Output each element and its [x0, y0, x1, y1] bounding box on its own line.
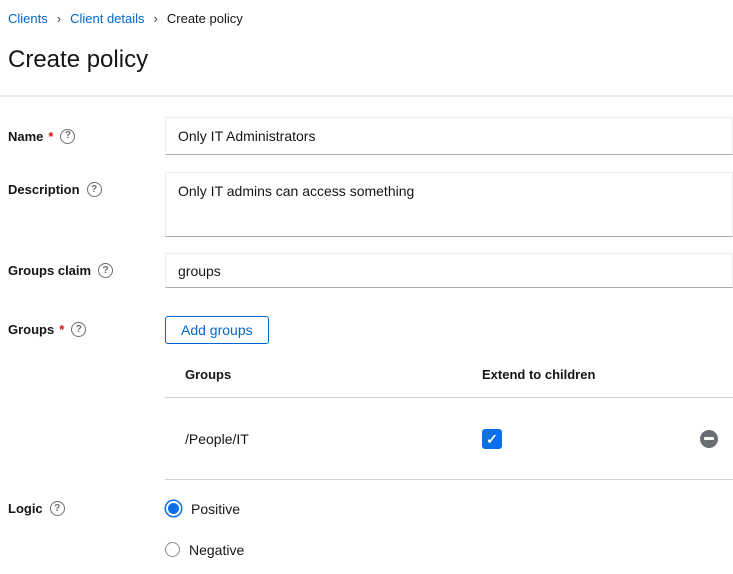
radio-label: Positive: [191, 501, 240, 517]
logic-label-text: Logic: [8, 501, 43, 516]
form-row-groups-claim: Groups claim ?: [8, 253, 733, 288]
radio-selected-icon: [166, 501, 181, 516]
form-row-groups: Groups * ? Add groups Groups Extend to c…: [8, 316, 733, 480]
groups-claim-label-text: Groups claim: [8, 263, 91, 278]
groups-table-header: Groups Extend to children: [165, 352, 733, 398]
radio-option-positive[interactable]: Positive: [165, 500, 733, 517]
chevron-right-icon: ›: [57, 11, 61, 26]
extend-to-children-checkbox[interactable]: ✓: [482, 429, 502, 449]
help-icon[interactable]: ?: [71, 322, 86, 337]
required-asterisk: *: [48, 129, 53, 144]
groups-field: Add groups Groups Extend to children /Pe…: [165, 316, 733, 480]
form-row-description: Description ? Only IT admins can access …: [8, 172, 733, 237]
remove-group-icon[interactable]: [700, 430, 718, 448]
description-textarea[interactable]: Only IT admins can access something: [165, 172, 733, 237]
checkmark-icon: ✓: [486, 432, 498, 446]
groups-label-text: Groups: [8, 322, 54, 337]
groups-claim-input[interactable]: [165, 253, 733, 288]
logic-options: Positive Negative: [165, 500, 733, 558]
help-icon[interactable]: ?: [98, 263, 113, 278]
breadcrumb-link-client-details[interactable]: Client details: [70, 11, 144, 26]
groups-table: Groups Extend to children /People/IT ✓: [165, 352, 733, 480]
breadcrumb-current: Create policy: [167, 11, 243, 26]
help-icon[interactable]: ?: [50, 501, 65, 516]
help-icon[interactable]: ?: [87, 182, 102, 197]
help-icon[interactable]: ?: [60, 129, 75, 144]
column-header-groups: Groups: [165, 352, 482, 397]
logic-label: Logic ?: [8, 500, 165, 558]
groups-label: Groups * ?: [8, 316, 165, 480]
radio-label: Negative: [189, 542, 244, 558]
column-header-extend-to-children: Extend to children: [482, 352, 687, 397]
breadcrumb: Clients › Client details › Create policy: [8, 10, 725, 26]
extend-cell: ✓: [482, 429, 687, 449]
group-path-cell: /People/IT: [165, 431, 482, 447]
page-title: Create policy: [8, 45, 725, 95]
radio-option-negative[interactable]: Negative: [165, 541, 733, 558]
groups-claim-label: Groups claim ?: [8, 253, 165, 288]
add-groups-button[interactable]: Add groups: [165, 316, 269, 344]
description-label: Description ?: [8, 172, 165, 237]
table-row: /People/IT ✓: [165, 398, 733, 480]
page-header: Clients › Client details › Create policy…: [0, 0, 733, 97]
create-policy-form: Name * ? Description ? Only IT admins ca…: [0, 117, 733, 558]
form-row-name: Name * ?: [8, 117, 733, 155]
name-label-text: Name: [8, 129, 43, 144]
radio-unselected-icon: [165, 542, 180, 557]
name-input[interactable]: [165, 117, 733, 155]
breadcrumb-link-clients[interactable]: Clients: [8, 11, 48, 26]
chevron-right-icon: ›: [154, 11, 158, 26]
required-asterisk: *: [59, 322, 64, 337]
description-label-text: Description: [8, 182, 80, 197]
name-label: Name * ?: [8, 117, 165, 155]
form-row-logic: Logic ? Positive Negative: [8, 500, 733, 558]
